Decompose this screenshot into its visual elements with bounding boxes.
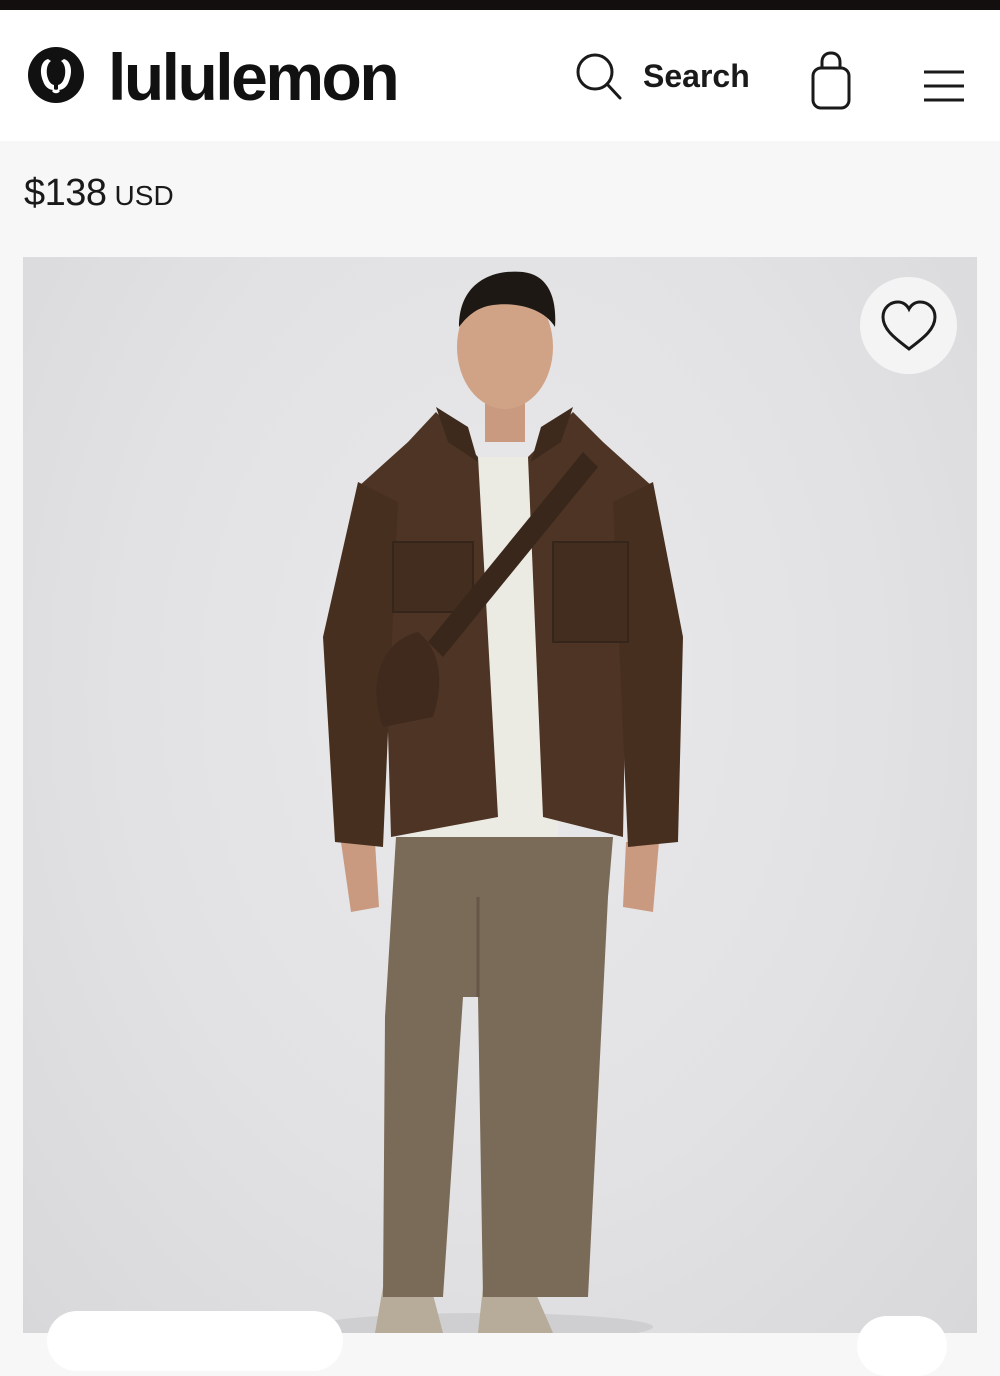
search-button[interactable]: Search [573, 50, 750, 102]
model-photo [313, 271, 683, 1333]
product-image[interactable] [23, 257, 977, 1333]
lululemon-logo-icon[interactable] [28, 47, 84, 103]
price-amount: $138 [24, 172, 107, 214]
image-overlay-pill-button[interactable] [47, 1311, 343, 1371]
top-status-bar [0, 0, 1000, 10]
shopping-bag-icon[interactable] [808, 50, 854, 112]
hamburger-menu-icon[interactable] [921, 66, 967, 106]
brand-wordmark[interactable]: lululemon [108, 42, 400, 112]
image-overlay-circle-button[interactable] [857, 1316, 947, 1376]
search-label: Search [643, 57, 750, 94]
site-header: lululemon Search [0, 10, 1000, 141]
heart-icon [880, 299, 937, 351]
product-price: $138 USD [24, 172, 174, 215]
wishlist-button[interactable] [860, 277, 957, 374]
price-currency: USD [114, 180, 174, 211]
search-icon [576, 53, 622, 100]
